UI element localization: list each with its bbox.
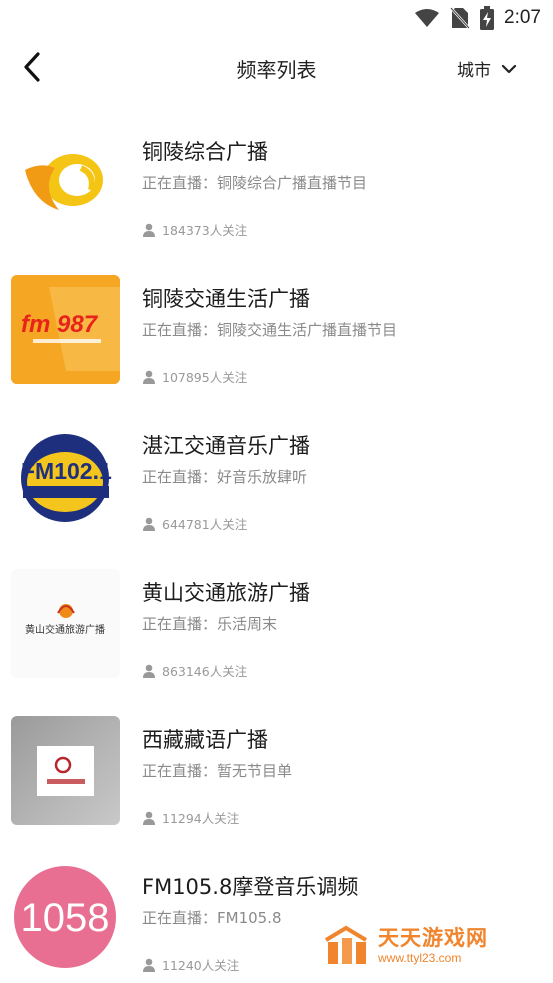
header: 频率列表 城市 (0, 36, 553, 98)
wifi-icon (415, 9, 440, 27)
station-live-program: 正在直播：乐活周末 (142, 615, 278, 633)
station-live-program: 正在直播：铜陵交通生活广播直播节目 (142, 321, 398, 339)
fm987-text: fm 987 (21, 311, 99, 338)
person-icon (143, 958, 155, 972)
followers-count: 184373人关注 (162, 223, 248, 238)
followers-count: 107895人关注 (162, 370, 248, 385)
station-followers: 11294人关注 (142, 808, 239, 827)
station-followers: 644781人关注 (142, 514, 247, 533)
station-live-program: 正在直播：铜陵综合广播直播节目 (142, 174, 368, 192)
station-name: FM105.8摩登音乐调频 (142, 875, 359, 899)
watermark-title: 天天游戏网 (378, 926, 488, 950)
station-item[interactable]: FM102.1 湛江交通音乐广播 正在直播：好音乐放肆听 644781人关注 (0, 392, 553, 539)
status-bar: 2:07 (0, 0, 553, 36)
station-name: 铜陵综合广播 (142, 140, 268, 164)
followers-count: 644781人关注 (162, 517, 248, 532)
person-icon (143, 223, 155, 237)
fm1058-text: 1058 (21, 896, 110, 940)
battery-charging-icon (480, 6, 495, 30)
station-followers: 184373人关注 (142, 220, 247, 239)
station-live-program: 正在直播：FM105.8 (142, 909, 282, 927)
huangshan-logo: 黄山交通旅游广播 (11, 569, 120, 678)
station-list: 铜陵综合广播 正在直播：铜陵综合广播直播节目 184373人关注 fm 987 … (0, 98, 553, 980)
station-live-program: 正在直播：好音乐放肆听 (142, 468, 308, 486)
station-live-program: 正在直播：暂无节目单 (142, 762, 293, 780)
fm1021-text: FM102.1 (21, 458, 112, 484)
followers-count: 863146人关注 (162, 664, 248, 679)
tongling-logo (11, 128, 120, 237)
station-followers: 11240人关注 (142, 955, 239, 974)
station-item[interactable]: fm 987 铜陵交通生活广播 正在直播：铜陵交通生活广播直播节目 107895… (0, 245, 553, 392)
followers-count: 11294人关注 (162, 811, 240, 826)
city-selector[interactable]: 城市 (457, 56, 517, 81)
watermark: 天天游戏网 www.ttyl23.com (322, 924, 488, 968)
station-followers: 863146人关注 (142, 661, 247, 680)
station-item[interactable]: 西藏藏语广播 正在直播：暂无节目单 11294人关注 (0, 686, 553, 833)
watermark-logo-icon (324, 925, 368, 964)
station-name: 铜陵交通生活广播 (142, 287, 310, 311)
person-icon (143, 370, 155, 384)
clock: 2:07 (504, 7, 541, 28)
person-icon (143, 811, 155, 825)
fm1058-logo: 1058 (11, 863, 120, 972)
huangshan-text: 黄山交通旅游广播 (25, 623, 105, 636)
watermark-url: www.ttyl23.com (378, 951, 462, 965)
person-icon (143, 517, 155, 531)
fm987-logo: fm 987 (11, 275, 120, 384)
station-name: 黄山交通旅游广播 (142, 581, 310, 605)
chevron-down-icon (501, 64, 517, 73)
xizang-logo (11, 716, 120, 825)
no-sim-icon (450, 7, 470, 29)
station-item[interactable]: 铜陵综合广播 正在直播：铜陵综合广播直播节目 184373人关注 (0, 98, 553, 245)
station-item[interactable]: 黄山交通旅游广播 黄山交通旅游广播 正在直播：乐活周末 863146人关注 (0, 539, 553, 686)
station-followers: 107895人关注 (142, 367, 247, 386)
fm1021-logo: FM102.1 (11, 422, 120, 531)
station-name: 西藏藏语广播 (142, 728, 268, 752)
person-icon (143, 664, 155, 678)
city-label: 城市 (457, 61, 491, 81)
followers-count: 11240人关注 (162, 958, 240, 973)
station-name: 湛江交通音乐广播 (142, 434, 310, 458)
